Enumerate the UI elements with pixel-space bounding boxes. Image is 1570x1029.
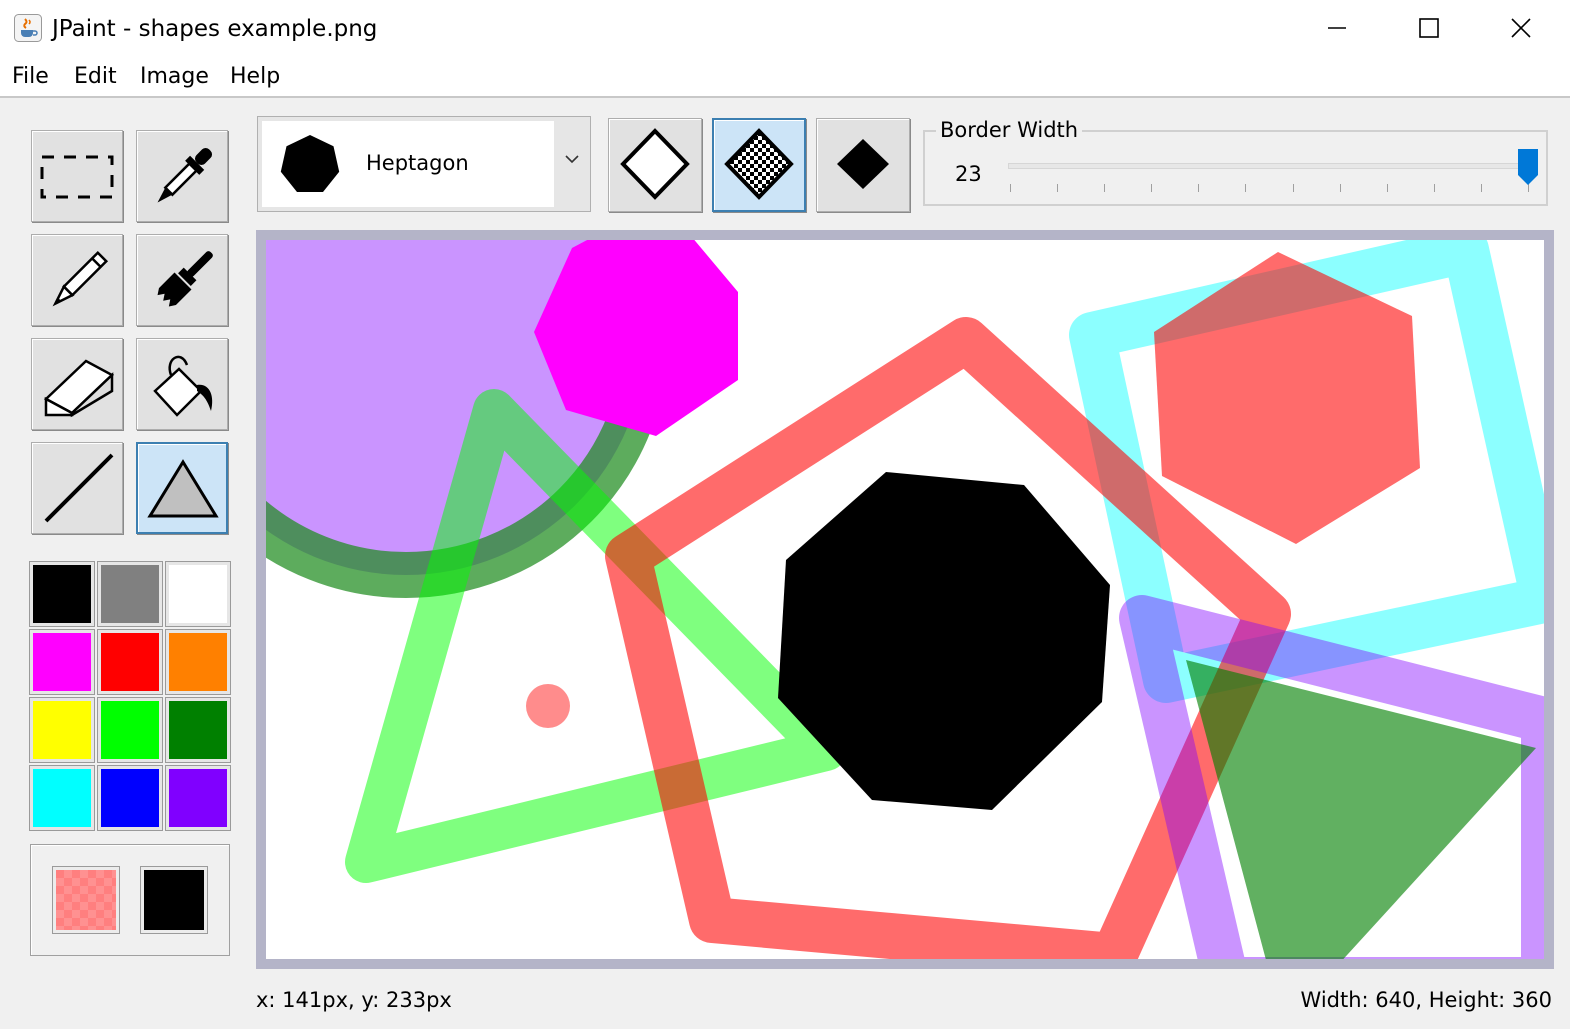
- shape-selector-value: Heptagon: [366, 151, 469, 175]
- fill-tool-button[interactable]: [136, 338, 228, 430]
- menu-help[interactable]: Help: [230, 63, 280, 91]
- border-width-value: 23: [955, 162, 982, 186]
- eraser-tool-button[interactable]: [31, 338, 123, 430]
- slider-tick: [1480, 184, 1482, 192]
- fill-color-swatch[interactable]: [52, 866, 120, 934]
- eyedropper-tool-button[interactable]: [136, 130, 228, 222]
- diamond-filled-icon: [837, 139, 889, 189]
- palette-swatch[interactable]: [29, 697, 95, 763]
- drawing-canvas[interactable]: [266, 240, 1544, 959]
- pencil-icon: [52, 250, 109, 307]
- canvas-frame: [256, 230, 1554, 969]
- close-icon[interactable]: [1496, 8, 1546, 48]
- window-title: JPaint - shapes example.png: [52, 16, 378, 42]
- border-width-slider-track[interactable]: [1008, 163, 1530, 169]
- current-colors-panel: [30, 844, 230, 956]
- slider-tick: [1198, 184, 1200, 192]
- canvas-image: [266, 240, 1544, 959]
- image-size-status: Width: 640, Height: 360: [1300, 988, 1552, 1012]
- menu-edit[interactable]: Edit: [74, 63, 117, 91]
- palette-swatch[interactable]: [97, 765, 163, 831]
- shape-tool-button[interactable]: [136, 442, 228, 534]
- palette-swatch[interactable]: [29, 629, 95, 695]
- outline-mode-button[interactable]: [608, 118, 702, 212]
- slider-tick: [1057, 184, 1059, 192]
- slider-tick: [1245, 184, 1247, 192]
- palette-swatch[interactable]: [97, 697, 163, 763]
- palette-swatch[interactable]: [97, 629, 163, 695]
- outline-fill-mode-button[interactable]: [712, 118, 806, 212]
- border-width-slider-thumb[interactable]: [1516, 148, 1540, 188]
- palette-swatch[interactable]: [165, 629, 231, 695]
- paintbrush-icon: [157, 251, 213, 307]
- palette-swatch[interactable]: [165, 765, 231, 831]
- palette-swatch[interactable]: [165, 697, 231, 763]
- slider-tick: [1386, 184, 1388, 192]
- pencil-tool-button[interactable]: [31, 234, 123, 326]
- slider-tick: [1339, 184, 1341, 192]
- menu-image[interactable]: Image: [140, 63, 209, 91]
- diamond-outline-icon: [620, 128, 690, 200]
- slider-tick: [1151, 184, 1153, 192]
- shape-selector-dropdown[interactable]: Heptagon: [257, 116, 591, 212]
- line-icon: [44, 453, 114, 523]
- palette-swatch[interactable]: [29, 561, 95, 627]
- select-tool-button[interactable]: [31, 130, 123, 222]
- stroke-color-swatch[interactable]: [140, 866, 208, 934]
- slider-tick: [1104, 184, 1106, 192]
- triangle-icon: [147, 459, 219, 518]
- chevron-down-icon[interactable]: [564, 153, 580, 165]
- dashed-rectangle-icon: [40, 155, 114, 199]
- slider-tick: [1433, 184, 1435, 192]
- palette-swatch[interactable]: [97, 561, 163, 627]
- menu-file[interactable]: File: [12, 63, 49, 91]
- title-bar: JPaint - shapes example.png: [0, 0, 1570, 58]
- heptagon-icon: [280, 135, 340, 192]
- java-cup-icon: [14, 14, 42, 42]
- fill-mode-button[interactable]: [816, 118, 910, 212]
- slider-tick: [1010, 184, 1011, 192]
- diamond-checkered-icon: [724, 128, 794, 200]
- cursor-position-status: x: 141px, y: 233px: [256, 988, 452, 1012]
- menu-bar: File Edit Image Help: [0, 58, 1570, 98]
- minimize-icon[interactable]: [1312, 8, 1362, 48]
- shape-selector-field[interactable]: Heptagon: [262, 121, 554, 207]
- line-tool-button[interactable]: [31, 442, 123, 534]
- palette-swatch[interactable]: [165, 561, 231, 627]
- border-width-label: Border Width: [936, 117, 1083, 143]
- eraser-icon: [43, 359, 115, 418]
- slider-tick: [1292, 184, 1294, 192]
- maximize-icon[interactable]: [1404, 8, 1454, 48]
- eyedropper-icon: [157, 147, 213, 203]
- palette-swatch[interactable]: [29, 765, 95, 831]
- brush-tool-button[interactable]: [136, 234, 228, 326]
- paint-bucket-icon: [153, 355, 213, 417]
